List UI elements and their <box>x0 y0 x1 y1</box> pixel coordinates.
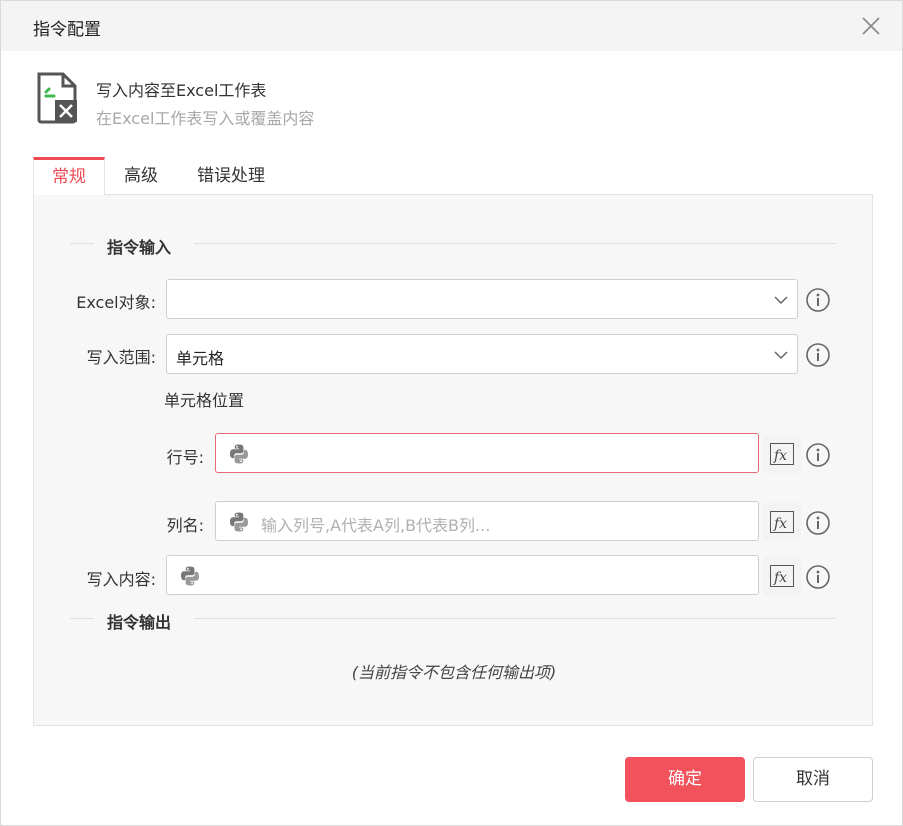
tab-error-handling[interactable]: 错误处理 <box>185 157 277 195</box>
output-section-title: 指令输出 <box>107 613 172 632</box>
python-icon <box>181 566 199 586</box>
cancel-button[interactable]: 取消 <box>753 757 873 802</box>
close-icon <box>862 17 880 35</box>
info-icon[interactable] <box>805 287 831 313</box>
info-icon[interactable] <box>805 564 831 590</box>
cell-position-label: 单元格位置 <box>164 391 245 410</box>
column-input-placeholder: 输入列号,A代表A列,B代表B列... <box>261 516 491 535</box>
info-icon[interactable] <box>805 342 831 368</box>
excel-file-icon <box>37 72 77 124</box>
command-description: 在Excel工作表写入或覆盖内容 <box>96 109 315 128</box>
section-divider <box>70 618 94 619</box>
function-icon: fx <box>770 511 794 533</box>
function-icon: fx <box>770 443 794 465</box>
input-section-title: 指令输入 <box>107 238 172 257</box>
section-divider <box>194 618 836 619</box>
chevron-down-icon <box>774 296 788 305</box>
excel-object-label: Excel对象: <box>76 293 156 312</box>
command-name: 写入内容至Excel工作表 <box>96 81 267 100</box>
no-output-message: (当前指令不包含任何输出项) <box>351 663 557 682</box>
row-input[interactable] <box>215 433 759 473</box>
write-content-input[interactable] <box>166 555 759 595</box>
row-label: 行号: <box>166 448 204 467</box>
column-label: 列名: <box>166 516 204 535</box>
excel-object-select[interactable] <box>166 279 798 319</box>
write-content-label: 写入内容: <box>86 570 156 589</box>
svg-text:fx: fx <box>773 516 787 532</box>
column-fx-button[interactable]: fx <box>763 503 801 541</box>
info-icon[interactable] <box>805 442 831 468</box>
dialog-title: 指令配置 <box>33 20 101 40</box>
python-icon <box>230 444 248 464</box>
content-fx-button[interactable]: fx <box>763 557 801 595</box>
close-button[interactable] <box>857 12 885 40</box>
svg-text:fx: fx <box>773 448 787 464</box>
write-range-select[interactable]: 单元格 <box>166 334 798 374</box>
title-bar: 指令配置 <box>1 1 902 51</box>
config-dialog: 指令配置 写入内容至Excel工作表 在Excel工作表写入或覆盖内容 常规 高… <box>0 0 903 826</box>
tab-general[interactable]: 常规 <box>33 157 105 195</box>
chevron-down-icon <box>774 351 788 360</box>
function-icon: fx <box>770 565 794 587</box>
info-icon[interactable] <box>805 510 831 536</box>
row-fx-button[interactable]: fx <box>763 435 801 473</box>
section-divider <box>194 243 836 244</box>
write-range-value: 单元格 <box>176 349 225 368</box>
python-icon <box>230 512 248 532</box>
column-input[interactable]: 输入列号,A代表A列,B代表B列... <box>215 501 759 541</box>
tab-advanced[interactable]: 高级 <box>111 157 171 195</box>
write-range-label: 写入范围: <box>86 348 156 367</box>
confirm-button[interactable]: 确定 <box>625 757 745 802</box>
settings-panel: 指令输入 Excel对象: 写入范围: 单元格 单元格位置 行号: fx 列名:… <box>33 194 873 726</box>
svg-text:fx: fx <box>773 570 787 586</box>
section-divider <box>70 243 94 244</box>
